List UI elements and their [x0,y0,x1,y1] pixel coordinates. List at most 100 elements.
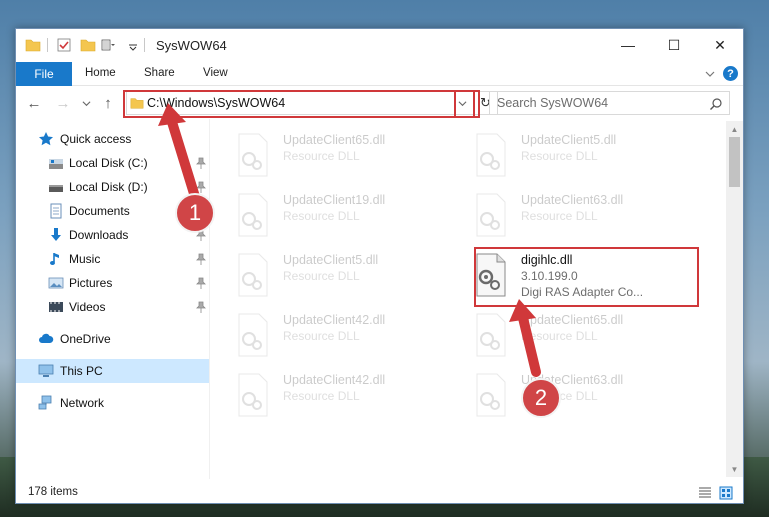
new-folder-icon[interactable] [80,37,96,53]
dll-file-icon [476,133,506,177]
star-icon [39,132,53,146]
recent-chevron-icon[interactable] [82,99,91,108]
file-name: UpdateClient42.dll [283,373,386,387]
sidebar-item-quick-access[interactable]: Quick access [16,127,209,151]
search-input[interactable]: Search SysWOW64 [489,91,730,115]
sidebar-item-label: Documents [69,204,130,218]
file-name: UpdateClient63.dll [521,193,624,207]
sidebar-item-music[interactable]: Music [16,247,209,271]
download-icon [51,228,61,241]
tab-share[interactable]: Share [144,67,175,79]
videos-icon [49,302,63,312]
up-arrow-icon[interactable]: ↑ [98,93,118,113]
scroll-up-icon[interactable]: ▲ [726,121,743,137]
drive-icon [49,159,63,169]
file-detail: Resource DLL [283,209,360,223]
forward-arrow-icon[interactable]: → [53,93,73,113]
tab-file[interactable]: File [16,62,72,86]
sidebar-item-this-pc[interactable]: This PC [16,359,209,383]
explorer-window: SysWOW64 — ☐ ✕ File Home Share View ? ← … [15,28,744,504]
minimize-button[interactable]: — [605,29,651,61]
pin-icon[interactable] [196,157,206,169]
maximize-button[interactable]: ☐ [651,29,697,61]
folder-icon [25,39,41,52]
close-button[interactable]: ✕ [697,29,743,61]
dll-file-icon [238,193,268,237]
item-count: 178 items [28,486,78,498]
sidebar-item-videos[interactable]: Videos [16,295,209,319]
list-item[interactable]: UpdateClient42.dll Resource DLL [219,307,449,363]
tab-home[interactable]: Home [85,67,116,79]
list-item[interactable]: UpdateClient63.dll Resource DLL [457,367,687,423]
status-bar: 178 items [16,481,743,503]
sidebar-item-local-disk-c[interactable]: Local Disk (C:) [16,151,209,175]
documents-icon [50,203,62,219]
refresh-highlight [454,90,480,118]
dll-file-icon [476,373,506,417]
large-icons-view-icon[interactable] [719,486,733,500]
file-name: UpdateClient5.dll [521,133,617,147]
title-separator [144,38,145,52]
sidebar-item-label: OneDrive [60,332,111,346]
tab-view[interactable]: View [203,67,228,79]
sidebar-item-label: Videos [69,300,106,314]
scroll-down-icon[interactable]: ▼ [726,461,743,477]
music-icon [50,253,59,265]
dll-file-icon [476,313,506,357]
chevron-down-icon[interactable] [705,69,715,79]
details-view-icon[interactable] [698,486,712,500]
file-highlight [474,247,699,307]
list-item[interactable]: UpdateClient5.dll Resource DLL [219,247,449,303]
pin-icon[interactable] [196,181,206,193]
list-item[interactable]: UpdateClient19.dll Resource DLL [219,187,449,243]
vertical-scrollbar[interactable]: ▲ ▼ [726,121,743,477]
pictures-icon [48,277,64,289]
pin-icon[interactable] [196,301,206,313]
file-detail: Resource DLL [521,329,598,343]
properties-icon[interactable] [56,37,72,53]
list-item[interactable]: UpdateClient65.dll Resource DLL [219,127,449,183]
pin-icon[interactable] [196,277,206,289]
title-bar: SysWOW64 — ☐ ✕ [16,29,743,61]
scroll-thumb[interactable] [729,137,740,187]
back-arrow-icon[interactable]: ← [24,93,44,113]
file-detail: Resource DLL [283,149,360,163]
title-separator [47,38,48,52]
list-item[interactable]: UpdateClient63.dll Resource DLL [457,187,687,243]
sidebar-item-label: This PC [60,364,103,378]
file-name: UpdateClient65.dll [283,133,386,147]
file-detail: Resource DLL [283,389,360,403]
pin-icon[interactable] [196,253,206,265]
dll-file-icon [476,193,506,237]
sidebar-item-label: Downloads [69,228,129,242]
list-item[interactable]: UpdateClient5.dll Resource DLL [457,127,687,183]
cloud-icon [39,333,54,343]
pane-divider[interactable] [209,119,210,479]
help-icon[interactable]: ? [723,66,738,81]
step-1-badge: 1 [175,193,215,233]
sidebar-item-label: Quick access [60,132,132,146]
file-detail: Resource DLL [283,329,360,343]
dll-file-icon [238,313,268,357]
address-highlight [123,90,475,118]
sidebar-item-network[interactable]: Network [16,391,209,415]
sidebar-item-label: Music [69,252,101,266]
search-icon[interactable] [709,97,723,111]
sidebar-item-label: Local Disk (C:) [69,156,148,170]
dll-file-icon [238,253,268,297]
sidebar-item-label: Pictures [69,276,113,290]
sidebar-item-onedrive[interactable]: OneDrive [16,327,209,351]
customize-toolbar-icon[interactable] [100,37,116,53]
navigation-pane: Quick access Local Disk (C:) Local Disk … [16,119,209,479]
step-2-badge: 2 [521,378,561,418]
sidebar-item-local-disk-d[interactable]: Local Disk (D:) [16,175,209,199]
file-detail: Resource DLL [283,269,360,283]
sidebar-item-pictures[interactable]: Pictures [16,271,209,295]
list-item[interactable]: UpdateClient42.dll Resource DLL [219,367,449,423]
file-name: UpdateClient42.dll [283,313,386,327]
search-placeholder: Search SysWOW64 [497,96,609,110]
chevron-down-icon[interactable] [128,37,138,53]
drive-icon [49,185,63,192]
network-icon [38,395,52,410]
list-item[interactable]: UpdateClient65.dll Resource DLL [457,307,687,363]
